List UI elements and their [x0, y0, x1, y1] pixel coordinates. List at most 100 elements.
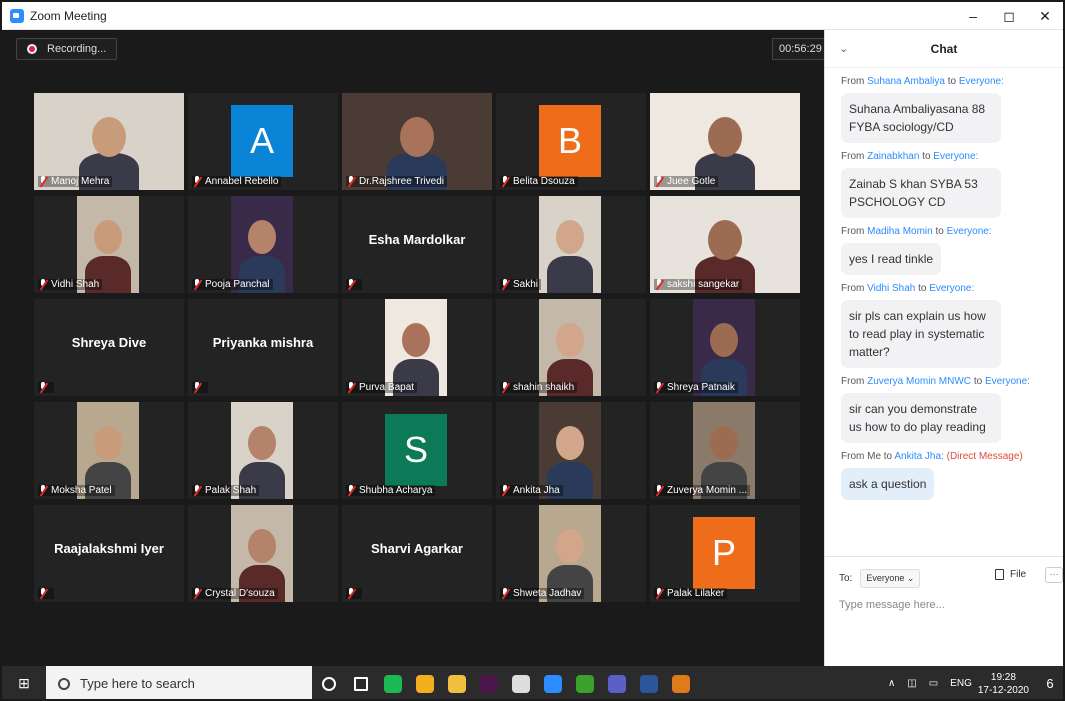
muted-mic-icon — [346, 176, 356, 187]
windows-start-icon[interactable]: ⊞ — [2, 666, 46, 699]
teams-icon[interactable] — [602, 666, 632, 699]
file-explorer-icon[interactable] — [442, 666, 472, 699]
participant-display-name: Raajalakshmi Iyer — [54, 541, 164, 556]
to-word: to — [918, 283, 927, 294]
participant-name-label: shahin shaikh — [500, 382, 578, 393]
participant-tile[interactable]: Vidhi Shah — [34, 196, 184, 293]
muted-mic-icon — [346, 485, 356, 496]
participant-name: Annabel Rebello — [205, 176, 279, 187]
participant-tile[interactable]: Raajalakshmi Iyer — [34, 505, 184, 602]
participant-tile[interactable]: Dr.Rajshree Trivedi — [342, 93, 492, 190]
meeting-timer: 00:56:29 — [772, 38, 829, 60]
muted-mic-icon — [38, 176, 48, 187]
waves-icon[interactable] — [666, 666, 696, 699]
word-icon[interactable] — [634, 666, 664, 699]
participant-tile[interactable]: Zuverya Momin ... — [650, 402, 800, 499]
file-explorer-glyph — [448, 674, 466, 693]
participant-tile[interactable]: Palak Shah — [188, 402, 338, 499]
participant-name-label: Vidhi Shah — [38, 279, 103, 290]
muted-mic-icon — [38, 279, 48, 290]
participant-name-label — [346, 588, 362, 599]
close-button[interactable]: ✕ — [1027, 2, 1063, 30]
participant-video — [539, 196, 601, 293]
task-view-icon[interactable] — [346, 666, 376, 699]
from-prefix: From — [841, 151, 865, 162]
recipient-name: Everyone: — [984, 376, 1030, 387]
person-head — [708, 220, 742, 260]
person-body — [547, 256, 593, 293]
clock-time: 19:28 — [990, 671, 1016, 683]
muted-mic-icon — [346, 279, 356, 290]
participant-name: Crystal D'souza — [205, 588, 275, 599]
participant-tile[interactable]: Crystal D'souza — [188, 505, 338, 602]
participant-tile[interactable]: Pooja Panchal — [188, 196, 338, 293]
participant-tile[interactable]: S Shubha Acharya — [342, 402, 492, 499]
participant-tile[interactable]: Priyanka mishra — [188, 299, 338, 396]
chat-composer: To: Everyone ⌄ File ··· — [825, 556, 1063, 666]
participant-tile[interactable]: Sharvi Agarkar — [342, 505, 492, 602]
zoom-icon[interactable] — [538, 666, 568, 699]
waves-glyph — [672, 674, 690, 693]
search-icon — [58, 677, 70, 690]
participant-tile[interactable]: Esha Mardolkar — [342, 196, 492, 293]
spotify-glyph — [384, 674, 402, 693]
app-green-icon[interactable] — [570, 666, 600, 699]
participant-tile[interactable]: Sakhi — [496, 196, 646, 293]
participant-name-label: Shreya Patnaik — [654, 382, 738, 393]
participant-name-label: Pooja Panchal — [192, 279, 273, 290]
participant-name-label — [192, 382, 208, 393]
participant-tile[interactable]: P Palak Lilaker — [650, 505, 800, 602]
person-head — [556, 529, 584, 563]
participant-name-label: Palak Lilaker — [654, 588, 728, 599]
participant-tile[interactable]: sakshi sangekar — [650, 196, 800, 293]
cortana-icon[interactable] — [314, 666, 344, 699]
participant-tile[interactable]: Moksha Patel — [34, 402, 184, 499]
participant-tile[interactable]: Manoj Mehra — [34, 93, 184, 190]
notification-icon[interactable]: 6 — [1037, 666, 1063, 699]
participant-tile[interactable]: shahin shaikh — [496, 299, 646, 396]
person-head — [710, 323, 738, 357]
person-head — [248, 426, 276, 460]
tray-chevron-icon[interactable]: ∧ — [888, 678, 895, 689]
participant-avatar: S — [385, 414, 447, 486]
from-prefix: From — [841, 376, 865, 387]
taskbar-search[interactable] — [46, 666, 312, 699]
participant-name: Belita Dsouza — [513, 176, 575, 187]
participant-tile[interactable]: Shweta Jadhav — [496, 505, 646, 602]
participant-tile[interactable]: Shreya Dive — [34, 299, 184, 396]
chevron-down-icon[interactable]: ⌄ — [839, 42, 848, 55]
participant-name: Ankita Jha — [513, 485, 560, 496]
network-icon[interactable]: ◫ — [907, 678, 916, 689]
participant-tile[interactable]: Shreya Patnaik — [650, 299, 800, 396]
browser-icon[interactable] — [506, 666, 536, 699]
participant-name-label: Palak Shah — [192, 485, 260, 496]
record-icon — [27, 44, 37, 54]
participant-name-label: Dr.Rajshree Trivedi — [346, 176, 448, 187]
participant-tile[interactable]: A Annabel Rebello — [188, 93, 338, 190]
participant-display-name: Priyanka mishra — [212, 335, 314, 350]
chrome-icon[interactable] — [410, 666, 440, 699]
participant-tile[interactable]: B Belita Dsouza — [496, 93, 646, 190]
file-icon — [995, 569, 1004, 580]
recording-indicator[interactable]: Recording... — [16, 38, 118, 60]
chat-message-input[interactable] — [839, 595, 1049, 615]
maximize-button[interactable]: ◻ — [991, 2, 1027, 30]
minimize-button[interactable]: – — [955, 2, 991, 30]
chat-message-header: From Me to Ankita Jha: (Direct Message) — [841, 451, 1063, 462]
recipient-select[interactable]: Everyone ⌄ — [860, 569, 921, 588]
battery-icon[interactable]: ▭ — [929, 678, 938, 689]
participant-name-label: Crystal D'souza — [192, 588, 278, 599]
participant-name: Pooja Panchal — [205, 279, 270, 290]
clock[interactable]: 19:28 17-12-2020 — [978, 671, 1029, 697]
more-options-button[interactable]: ··· — [1045, 567, 1063, 583]
person-head — [710, 426, 738, 460]
participant-tile[interactable]: Purva Bapat — [342, 299, 492, 396]
language-indicator[interactable]: ENG — [950, 678, 972, 689]
participant-tile[interactable]: Ankita Jha — [496, 402, 646, 499]
taskbar-search-input[interactable] — [80, 676, 280, 691]
participant-tile[interactable]: Juee Gotle — [650, 93, 800, 190]
file-button[interactable]: File — [995, 569, 1026, 580]
spotify-icon[interactable] — [378, 666, 408, 699]
muted-mic-icon — [500, 382, 510, 393]
slack-icon[interactable] — [474, 666, 504, 699]
